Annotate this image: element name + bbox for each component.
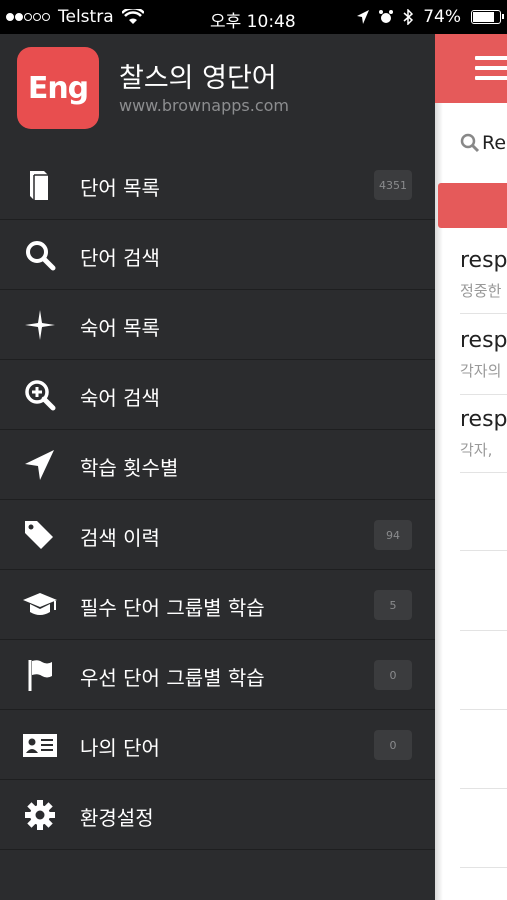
count-badge: 5 [374,590,412,620]
search-field[interactable]: Re [460,132,506,154]
search-text: Re [482,132,507,154]
word-meaning: 각자, [460,441,493,459]
top-bar [435,34,507,103]
battery-percent: 74% [423,7,461,27]
status-bar: Telstra 오후 10:48 74% [0,0,507,34]
search-icon [460,133,480,153]
main-content: Re resp 정중한 resp 각자의 resp 각자, [435,34,507,900]
list-divider [460,630,507,631]
list-divider [460,709,507,710]
wifi-icon [121,9,144,24]
app-url: www.brownapps.com [119,96,289,115]
menu-label: 숙어 검색 [80,386,160,410]
hamburger-menu-icon[interactable] [475,56,507,80]
flag-icon [28,660,52,691]
list-item[interactable]: resp 각자의 [460,328,507,395]
tags-icon [25,521,53,549]
word-text: resp [460,328,507,353]
location-icon [357,10,370,24]
menu-item-word-search[interactable]: 단어 검색 [0,220,435,290]
menu-label: 숙어 목록 [80,316,160,340]
menu-item-idiom-search[interactable]: 숙어 검색 [0,360,435,430]
zoom-in-icon [25,380,56,411]
menu-item-word-list[interactable]: 단어 목록 4351 [0,150,435,220]
word-meaning: 각자의 [460,362,502,380]
bluetooth-icon [403,9,414,25]
app-logo: Eng [17,47,99,129]
menu-label: 단어 목록 [80,176,160,200]
status-right: 74% [357,7,504,27]
sparkle-icon [25,310,55,340]
menu-label: 학습 횟수별 [80,456,179,480]
location-arrow-icon [25,450,54,480]
list-divider [460,550,507,551]
count-badge: 0 [374,730,412,760]
status-time: 오후 10:48 [210,12,296,32]
list-item[interactable]: resp 각자, [460,407,507,473]
menu-label: 단어 검색 [80,246,160,270]
graduation-cap-icon [23,593,57,615]
alarm-icon [379,10,394,23]
count-badge: 94 [374,520,412,550]
count-badge: 0 [374,660,412,690]
word-text: resp [460,407,507,432]
count-badge: 4351 [374,170,412,200]
list-divider [460,788,507,789]
side-drawer: Eng 찰스의 영단어 www.brownapps.com 단어 목록 4351… [0,34,435,900]
menu-label: 검색 이력 [80,526,160,550]
menu-item-settings[interactable]: 환경설정 [0,780,435,850]
menu-label: 환경설정 [80,806,154,830]
drawer-shadow [435,34,443,900]
word-text: resp [460,248,507,273]
menu-label: 우선 단어 그룹별 학습 [80,666,265,690]
menu-item-priority-groups[interactable]: 우선 단어 그룹별 학습 0 [0,640,435,710]
list-divider [460,867,507,868]
menu-item-my-words[interactable]: 나의 단어 0 [0,710,435,780]
app-title: 찰스의 영단어 [119,63,277,94]
gear-icon [25,800,55,830]
search-button[interactable] [438,183,507,228]
menu-label: 필수 단어 그룹별 학습 [80,596,265,620]
id-card-icon [23,734,57,757]
carrier-group: Telstra [6,7,144,27]
menu-label: 나의 단어 [80,736,160,760]
battery-icon [471,10,504,24]
signal-dots-icon [6,13,50,21]
menu-item-idiom-list[interactable]: 숙어 목록 [0,290,435,360]
menu-item-essential-groups[interactable]: 필수 단어 그룹별 학습 5 [0,570,435,640]
drawer-header: Eng 찰스의 영단어 www.brownapps.com [0,34,435,150]
search-icon [26,241,56,271]
menu-item-search-history[interactable]: 검색 이력 94 [0,500,435,570]
carrier-label: Telstra [58,7,114,27]
word-meaning: 정중한 [460,282,502,300]
list-item[interactable]: resp 정중한 [460,248,507,314]
book-icon [30,171,48,200]
menu-item-study-count[interactable]: 학습 횟수별 [0,430,435,500]
drawer-menu: 단어 목록 4351 단어 검색 숙어 목록 숙어 검색 학습 횟수별 검색 이… [0,150,435,850]
